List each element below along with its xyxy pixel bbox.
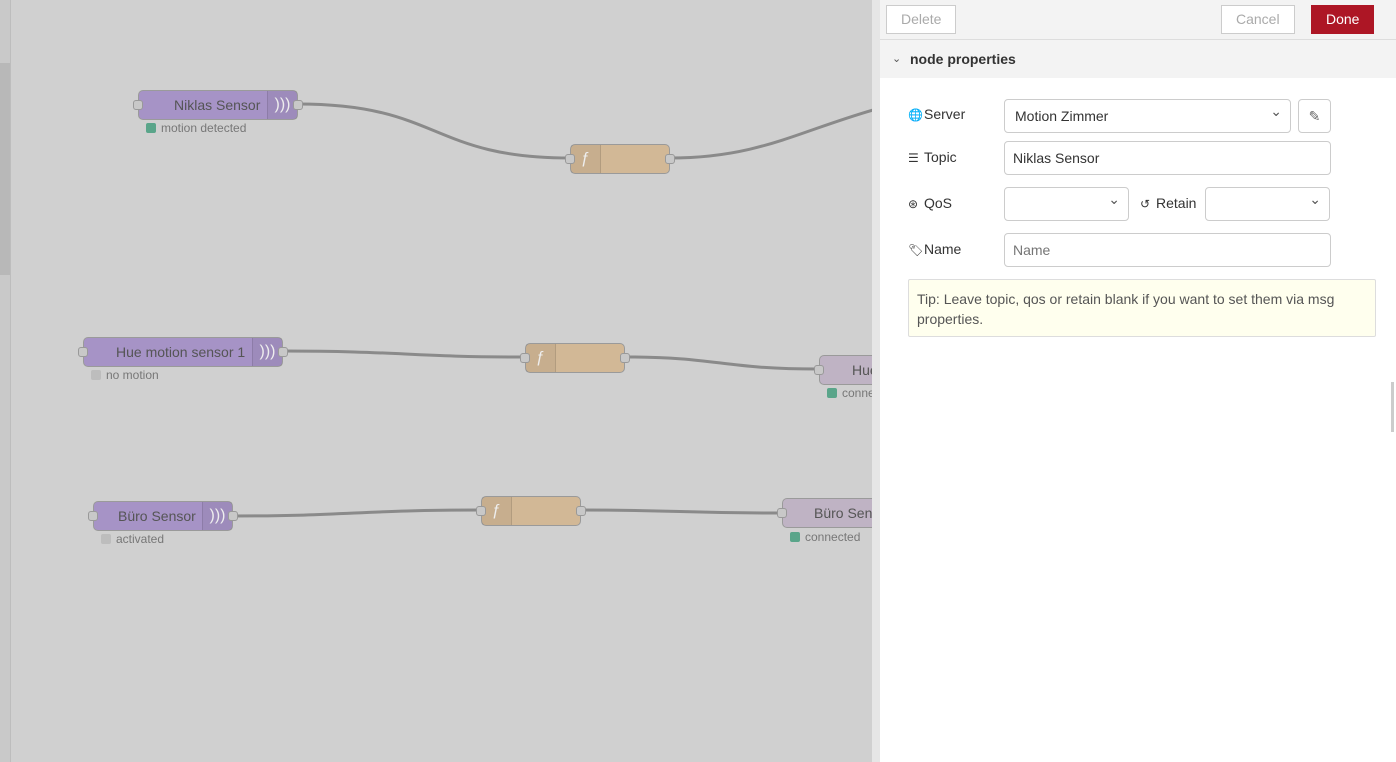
mqtt-in-node-niklas[interactable]: Niklas Sensor ))) xyxy=(133,90,303,120)
wire xyxy=(232,508,482,518)
wire xyxy=(297,102,571,160)
status-dot xyxy=(101,534,111,544)
cancel-button[interactable]: Cancel xyxy=(1221,5,1295,34)
function-icon: ƒ xyxy=(571,145,601,173)
input-port[interactable] xyxy=(78,347,88,357)
node-label: Niklas Sensor xyxy=(174,97,261,113)
mqtt-out-node-buero[interactable]: Büro Sens xyxy=(777,498,872,528)
asterisk-circle-icon: ⊛ xyxy=(908,197,919,211)
output-port[interactable] xyxy=(576,506,586,516)
tray-toolbar: Delete Cancel Done xyxy=(880,0,1396,40)
wire xyxy=(669,108,872,160)
chevron-down-icon: ⌄ xyxy=(892,53,902,65)
node-label: Hue motion sensor 1 xyxy=(116,344,246,360)
delete-button[interactable]: Delete xyxy=(886,5,957,34)
tag-icon: 🏷 xyxy=(908,243,924,257)
status-dot xyxy=(790,532,800,542)
tray-scrollbar[interactable] xyxy=(1391,382,1394,432)
flow-canvas[interactable]: Niklas Sensor ))) motion detected ƒ Hue … xyxy=(0,0,872,762)
status-dot xyxy=(827,388,837,398)
name-label: 🏷Name xyxy=(908,241,962,257)
output-port[interactable] xyxy=(293,100,303,110)
topic-label: ☰ Topic xyxy=(908,149,957,165)
input-port[interactable] xyxy=(520,353,530,363)
name-input[interactable] xyxy=(1004,233,1331,267)
history-icon: ↺ xyxy=(1140,197,1151,211)
wire xyxy=(580,508,783,515)
wire xyxy=(624,355,820,371)
topic-input[interactable]: Niklas Sensor xyxy=(1004,141,1331,175)
input-port[interactable] xyxy=(814,365,824,375)
function-icon: ƒ xyxy=(482,497,512,525)
mqtt-in-node-buero[interactable]: Büro Sensor ))) xyxy=(88,501,238,531)
pencil-icon: ✎ xyxy=(1308,108,1321,124)
output-port[interactable] xyxy=(665,154,675,164)
input-port[interactable] xyxy=(88,511,98,521)
status-dot xyxy=(146,123,156,133)
done-button[interactable]: Done xyxy=(1311,5,1375,34)
edit-tray: Delete Cancel Done ⌄ node properties 🌐Se… xyxy=(872,0,1396,762)
section-title: node properties xyxy=(910,51,1016,67)
output-port[interactable] xyxy=(278,347,288,357)
wire xyxy=(282,349,526,359)
tasks-icon: ☰ xyxy=(908,151,919,165)
node-label: Hue xyxy=(852,362,872,378)
node-status: no motion xyxy=(91,368,159,382)
function-node[interactable]: ƒ xyxy=(565,144,675,174)
node-status: connected xyxy=(790,530,860,544)
function-node[interactable]: ƒ xyxy=(476,496,586,526)
retain-select[interactable] xyxy=(1205,183,1330,221)
mqtt-in-node-hue[interactable]: Hue motion sensor 1 ))) xyxy=(78,337,288,367)
output-port[interactable] xyxy=(228,511,238,521)
input-port[interactable] xyxy=(565,154,575,164)
tip-box: Tip: Leave topic, qos or retain blank if… xyxy=(908,279,1376,337)
input-port[interactable] xyxy=(476,506,486,516)
qos-select[interactable] xyxy=(1004,183,1129,221)
node-properties-section[interactable]: ⌄ node properties xyxy=(880,40,1396,78)
server-label: 🌐Server xyxy=(908,106,966,122)
mqtt-out-node-hue[interactable]: Hue xyxy=(814,355,872,385)
server-select[interactable]: Motion Zimmer xyxy=(1004,95,1291,133)
node-status: activated xyxy=(101,532,164,546)
input-port[interactable] xyxy=(777,508,787,518)
node-label: Büro Sens xyxy=(814,505,872,521)
node-status: conne xyxy=(827,386,872,400)
function-node[interactable]: ƒ xyxy=(520,343,630,373)
input-port[interactable] xyxy=(133,100,143,110)
qos-label: ⊛ QoS xyxy=(908,195,953,211)
edit-server-button[interactable]: ✎ xyxy=(1298,99,1331,133)
output-port[interactable] xyxy=(620,353,630,363)
node-status: motion detected xyxy=(146,121,246,135)
retain-label: ↺ Retain xyxy=(1140,195,1197,211)
function-icon: ƒ xyxy=(526,344,556,372)
status-dot xyxy=(91,370,101,380)
globe-icon: 🌐 xyxy=(908,108,923,122)
node-label: Büro Sensor xyxy=(118,508,196,524)
